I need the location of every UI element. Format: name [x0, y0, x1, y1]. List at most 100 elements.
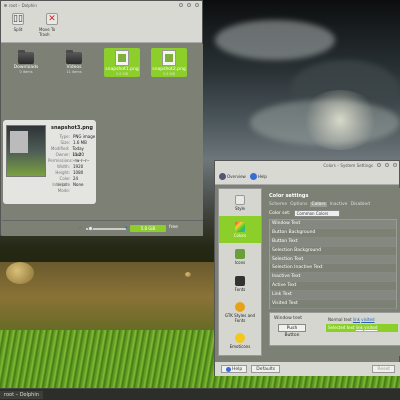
color-preview: Window text Push Button Normal text link…: [269, 312, 400, 346]
information-panel: snapshot3.png Type: PNG image Size: 1.6 MB…: [3, 120, 96, 204]
help-icon: [249, 173, 257, 180]
help-label: Help: [257, 174, 267, 179]
preview-selected-text: Selected text link visited: [326, 324, 398, 332]
split-button[interactable]: ▯▯ Split: [5, 13, 31, 42]
hay-bale: [6, 262, 34, 284]
list-item[interactable]: Selection Text: [270, 255, 396, 265]
window-titlebar[interactable]: root – Dolphin: [1, 1, 202, 9]
help-icon: [226, 366, 231, 372]
sidebar-item-label: Colors: [233, 232, 247, 238]
maximize-button[interactable]: [385, 163, 389, 167]
sidebar-item-style[interactable]: Style: [219, 189, 261, 216]
colors-icon: [235, 221, 245, 232]
minimize-button[interactable]: [179, 3, 183, 7]
maximize-button[interactable]: [187, 3, 191, 7]
list-item[interactable]: Selection Background: [270, 247, 396, 256]
file-item-snapshot1[interactable]: snapshot1.png 5.6 MB: [104, 48, 140, 77]
zoom-slider-handle[interactable]: [88, 226, 93, 231]
overview-button[interactable]: Overview: [219, 173, 246, 180]
trash-icon: ✕: [46, 13, 58, 25]
window-title: Colors – System Settings: [323, 162, 373, 168]
list-item[interactable]: Selection Inactive Text: [270, 264, 396, 274]
file-sub: 0 items: [19, 70, 33, 74]
sidebar-item-label: Fonts: [234, 286, 246, 292]
tab-colors[interactable]: Colors: [310, 202, 327, 207]
overview-label: Overview: [227, 174, 246, 179]
sidebar-item-gtk[interactable]: GTK Styles and Fonts: [219, 297, 261, 327]
reset-button[interactable]: Reset: [372, 365, 395, 373]
folder-icon: [66, 50, 82, 64]
sidebar-item-emoticons[interactable]: Emoticons: [219, 327, 261, 354]
preview-thumbnail: [6, 125, 46, 177]
tab-bar: Scheme Options Colors Inactive Disabled: [269, 202, 370, 207]
list-item[interactable]: Button Text: [270, 237, 396, 247]
tab-scheme[interactable]: Scheme: [269, 202, 287, 207]
sidebar-item-icons[interactable]: Icons: [219, 243, 261, 270]
sidebar-item-label: Emoticons: [229, 343, 251, 349]
help-menu-button[interactable]: Help: [249, 173, 267, 180]
free-space-bar: 5.8 GiB: [130, 225, 166, 232]
list-item[interactable]: Window Text: [270, 220, 396, 229]
settings-main: Color settings Scheme Options Colors Ina…: [264, 188, 400, 356]
dialog-buttons: Help Defaults Reset: [215, 362, 400, 376]
emoticons-icon: [235, 332, 245, 343]
sun-glow: [300, 90, 380, 150]
zoom-in-icon[interactable]: +: [124, 225, 128, 231]
file-sub: 5.6 MB: [162, 72, 176, 76]
window-titlebar[interactable]: Colors – System Settings: [215, 161, 399, 169]
system-settings-window: Colors – System Settings Overview Help S…: [214, 160, 400, 376]
settings-toolbar: Overview Help: [215, 169, 399, 185]
sidebar-item-colors[interactable]: Colors: [219, 216, 261, 243]
sidebar-item-label: GTK Styles and Fonts: [224, 312, 256, 323]
taskbar: root – Dolphin: [0, 388, 400, 400]
preview-normal-text: Normal text link visited: [326, 316, 398, 324]
sidebar-item-label: Icons: [234, 259, 246, 265]
window-menu-icon[interactable]: [4, 3, 7, 7]
split-view-icon: ▯▯: [12, 13, 24, 25]
taskbar-item-dolphin[interactable]: root – Dolphin: [0, 391, 43, 399]
help-button[interactable]: Help: [221, 365, 248, 373]
preview-push-button: Push Button: [278, 324, 306, 338]
icons-icon: [235, 248, 245, 259]
color-set-row: Color set: Common Colors: [269, 210, 340, 217]
file-item-snapshot2[interactable]: snapshot2.png 5.6 MB: [151, 48, 187, 77]
color-set-label: Color set:: [269, 211, 291, 216]
preview-window-text: Window text: [274, 316, 303, 321]
color-set-select[interactable]: Common Colors: [293, 210, 340, 217]
list-item[interactable]: Visited Text: [270, 300, 396, 309]
tab-inactive[interactable]: Inactive: [330, 202, 348, 207]
page-title: Color settings: [269, 193, 309, 199]
sidebar-item-label: Style: [234, 205, 246, 211]
folder-icon: [18, 50, 34, 64]
style-icon: [235, 194, 245, 205]
trash-label: Move To Trash: [39, 27, 56, 37]
status-bar: − + 5.8 GiB free: [2, 220, 203, 236]
move-to-trash-button[interactable]: ✕ Move To Trash: [39, 13, 65, 42]
gtk-icon: [235, 301, 245, 312]
file-sub: 5.6 MB: [115, 72, 129, 76]
tab-disabled[interactable]: Disabled: [350, 202, 370, 207]
image-file-icon: [162, 50, 176, 66]
close-button[interactable]: [393, 163, 397, 167]
overview-icon: [219, 173, 226, 180]
image-file-icon: [115, 50, 129, 66]
fonts-icon: [235, 275, 245, 286]
defaults-button[interactable]: Defaults: [251, 365, 281, 373]
list-item[interactable]: Link Text: [270, 291, 396, 301]
color-roles-list[interactable]: Window Text Button Background Button Tex…: [269, 219, 397, 309]
sidebar-item-fonts[interactable]: Fonts: [219, 270, 261, 297]
tab-options[interactable]: Options: [290, 202, 307, 207]
minimize-button[interactable]: [377, 163, 381, 167]
settings-sidebar: Style Colors Icons Fonts GTK Styles and …: [218, 188, 262, 356]
zoom-out-icon[interactable]: −: [78, 225, 82, 231]
file-item-downloads[interactable]: Downloads 0 items: [8, 50, 44, 74]
info-rows: Type: PNG image Size: 1.6 MB Modified: Toda…: [48, 134, 96, 193]
info-row: Interlace Mode: None: [52, 182, 84, 193]
file-item-videos[interactable]: Videos 11 items: [56, 50, 92, 74]
list-item[interactable]: Button Background: [270, 229, 396, 238]
list-item[interactable]: Inactive Text: [270, 273, 396, 283]
list-item[interactable]: Active Text: [270, 282, 396, 292]
file-sub: 11 items: [66, 70, 82, 74]
dolphin-window: root – Dolphin ▯▯ Split ✕ Move To Trash …: [0, 0, 203, 236]
close-button[interactable]: [195, 3, 199, 7]
